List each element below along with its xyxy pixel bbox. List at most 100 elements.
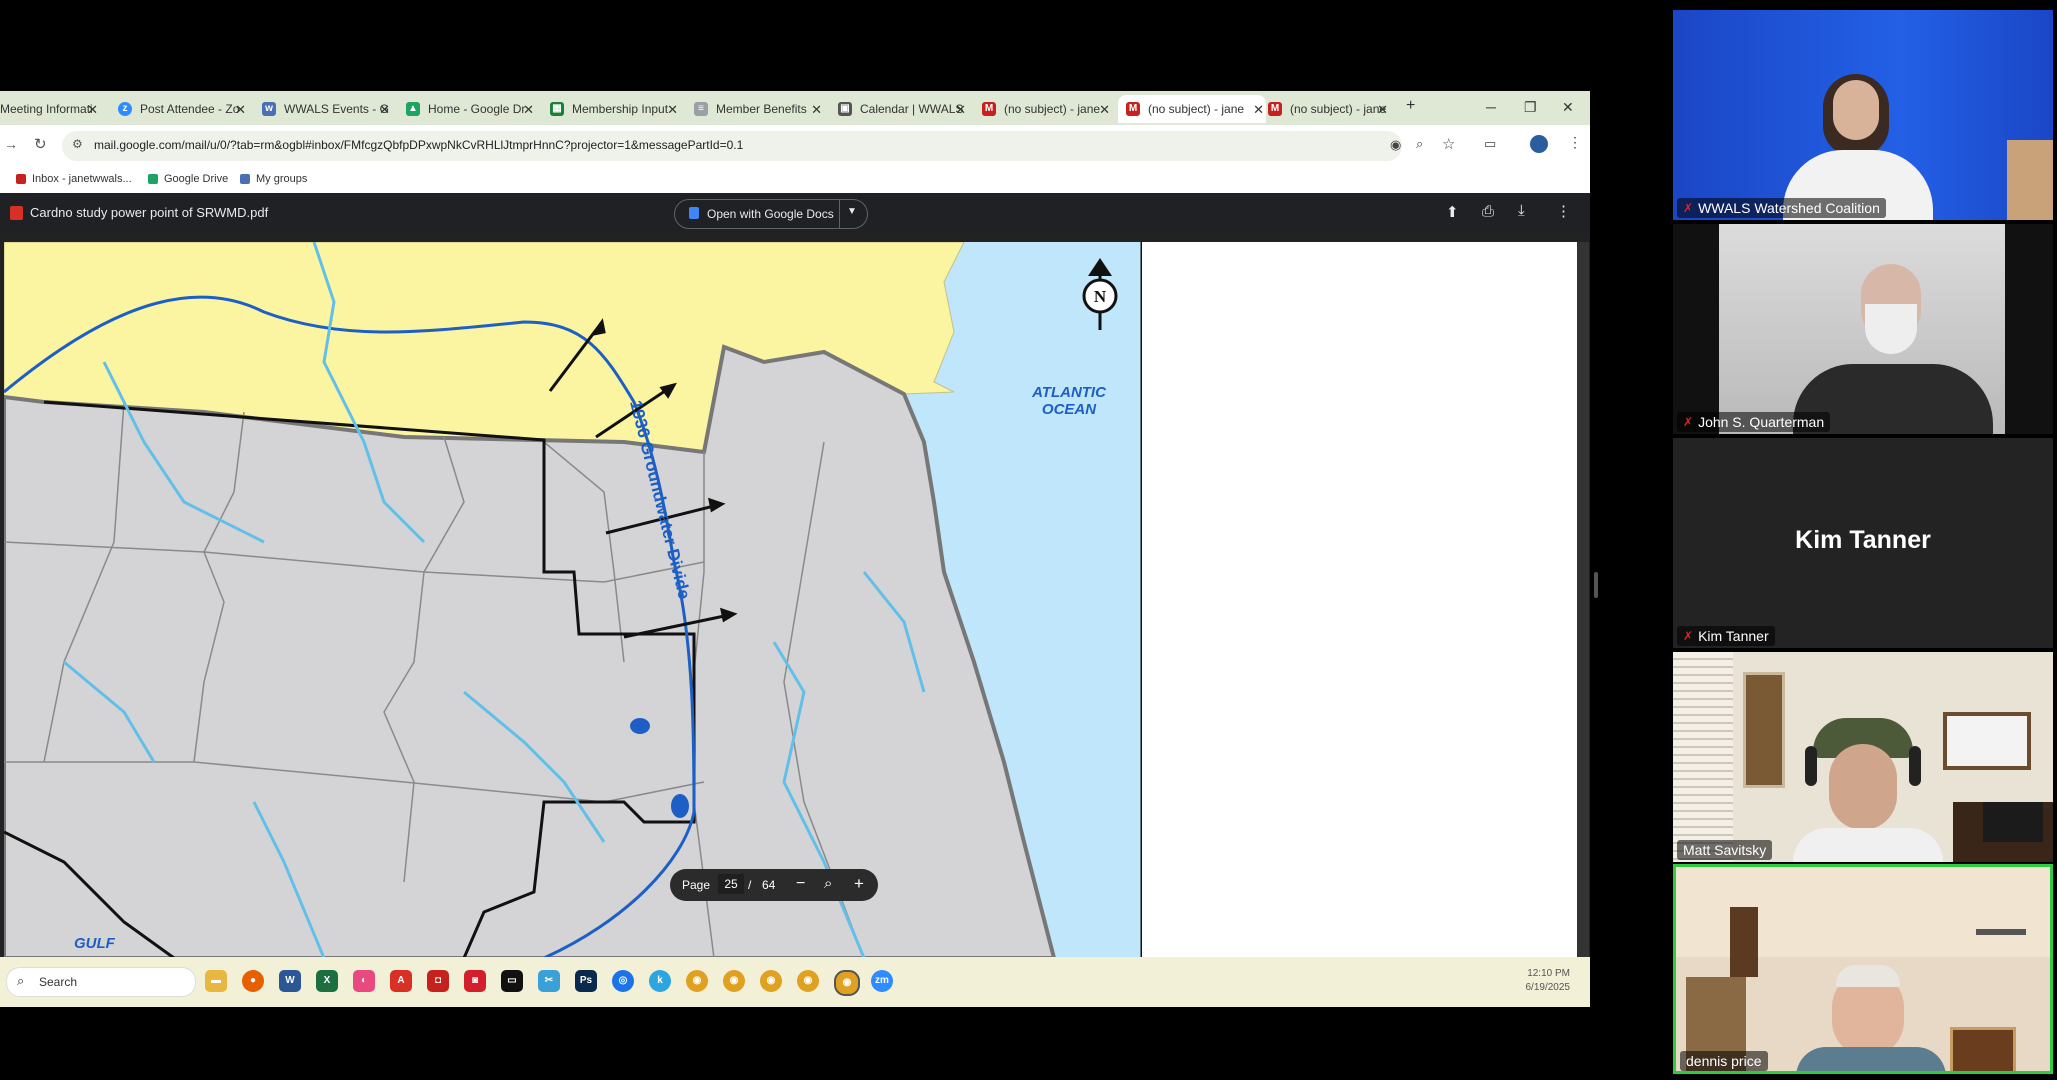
close-tab-icon[interactable]: ✕ [667, 102, 678, 118]
add-to-drive-icon[interactable]: ⬆ [1446, 203, 1459, 221]
bookmark-inbox[interactable]: Inbox - janetwwals... [16, 173, 132, 185]
close-tab-icon[interactable]: ✕ [379, 102, 390, 118]
chrome-icon[interactable]: ◉ [686, 970, 708, 992]
excel-icon[interactable]: X [316, 970, 338, 992]
pdf-viewer: Cardno study power point of SRWMD.pdf Op… [0, 193, 1590, 958]
app-icon[interactable]: ◙ [464, 970, 486, 992]
page-number-input[interactable]: 25 [718, 874, 744, 894]
chrome-active-icon[interactable]: ◉ [834, 970, 860, 996]
close-window-icon[interactable]: ✕ [1562, 99, 1574, 116]
person-hair [1836, 965, 1900, 987]
site-info-icon[interactable]: ⚙ [72, 137, 83, 151]
url-text[interactable]: mail.google.com/mail/u/0/?tab=rm&ogbl#in… [94, 138, 743, 152]
zoom-icon[interactable]: ⌕ [824, 875, 832, 892]
forward-icon[interactable]: → [4, 136, 18, 152]
pdf-filename: Cardno study power point of SRWMD.pdf [30, 205, 269, 220]
scrollbar[interactable] [1577, 242, 1589, 958]
side-panel-icon[interactable]: ▭ [1484, 136, 1496, 152]
tab-google-drive[interactable]: ▲ Home - Google Dr ✕ [406, 95, 536, 123]
participant-name: ✗ Kim Tanner [1677, 626, 1775, 646]
more-options-icon[interactable]: ⋮ [1556, 202, 1571, 220]
zoom-lens-icon[interactable]: ⌕ [1416, 136, 1423, 152]
tab-gmail-3[interactable]: M (no subject) - jane ✕ [1268, 95, 1390, 123]
taskbar-search[interactable]: ⌕ Search [6, 967, 196, 997]
browser-menu-icon[interactable]: ⋮ [1568, 134, 1582, 151]
minimize-icon[interactable]: ─ [1486, 99, 1496, 115]
zoom-app-icon[interactable]: zm [871, 970, 893, 992]
zoom-in-icon[interactable]: + [854, 874, 864, 894]
groups-icon [240, 174, 250, 184]
lake [671, 794, 689, 818]
close-tab-icon[interactable]: ✕ [811, 102, 822, 118]
open-with-google-docs-button[interactable]: Open with Google Docs ▼ [674, 199, 868, 229]
file-explorer-icon[interactable]: ▬ [205, 970, 227, 992]
docs-icon [689, 207, 699, 219]
tab-wwals-events[interactable]: w WWALS Events - G ✕ [262, 95, 392, 123]
window-blinds [1673, 652, 1733, 862]
tab-calendar[interactable]: ▣ Calendar | WWALS ✕ [838, 95, 968, 123]
tab-gmail-1[interactable]: M (no subject) - jane ✕ [982, 95, 1112, 123]
k-app-icon[interactable]: k [649, 970, 671, 992]
bookmark-star-icon[interactable]: ☆ [1442, 135, 1455, 153]
close-tab-icon[interactable]: ✕ [235, 102, 246, 118]
wall-picture [1950, 1027, 2016, 1071]
participant-tile[interactable]: Matt Savitsky [1673, 652, 2053, 862]
person-shirt [1793, 828, 1943, 862]
profile-avatar[interactable] [1530, 135, 1548, 153]
split-handle[interactable] [1594, 572, 1598, 598]
dropdown-caret-icon[interactable]: ▼ [847, 206, 857, 217]
firefox-icon[interactable]: ● [242, 970, 264, 992]
bookmark-drive[interactable]: Google Drive [148, 173, 228, 185]
chrome-blue-icon[interactable]: ◎ [612, 970, 634, 992]
headphones-icon [1805, 746, 1817, 786]
shared-screen: Meeting Informati ✕ z Post Attendee - Zo ✕ … [0, 91, 1590, 1007]
muted-mic-icon: ✗ [1683, 629, 1694, 643]
participant-tile-active-speaker[interactable]: dennis price [1673, 864, 2053, 1074]
close-tab-icon[interactable]: ✕ [955, 102, 966, 118]
tab-member-benefits[interactable]: ≡ Member Benefits ✕ [694, 95, 824, 123]
camera-icon[interactable]: ◘ [427, 970, 449, 992]
tab-meeting-info[interactable]: Meeting Informati ✕ [0, 95, 100, 123]
gulf-label: GULF [74, 935, 116, 952]
tab-gmail-active[interactable]: M (no subject) - jane ✕ [1118, 95, 1266, 123]
tab-membership-input[interactable]: ▦ Membership Input ✕ [550, 95, 680, 123]
zoom-out-icon[interactable]: − [796, 875, 805, 893]
chrome-icon[interactable]: ◉ [797, 970, 819, 992]
participant-tile[interactable]: ✗ John S. Quarterman [1673, 224, 2053, 434]
windows-taskbar: ⌕ Search ▬ ● W X ◐ A ◘ ◙ ▭ ✂ Ps ◎ k ◉ ◉ … [0, 957, 1590, 1007]
close-tab-icon[interactable]: ✕ [87, 102, 98, 118]
chrome-icon[interactable]: ◉ [723, 970, 745, 992]
acrobat-icon[interactable]: A [390, 970, 412, 992]
close-tab-icon[interactable]: ✕ [1377, 102, 1388, 118]
system-clock[interactable]: 12:10 PM 6/19/2025 [1526, 967, 1571, 995]
new-tab-button[interactable]: + [1406, 97, 1415, 115]
bookmark-groups[interactable]: My groups [240, 173, 307, 185]
participant-tile[interactable]: Kim Tanner ✗ Kim Tanner [1673, 438, 2053, 648]
close-tab-icon[interactable]: ✕ [1253, 102, 1264, 118]
photoshop-icon[interactable]: Ps [575, 970, 597, 992]
zoom-icon: z [118, 102, 132, 116]
chrome-icon[interactable]: ◉ [760, 970, 782, 992]
terminal-icon[interactable]: ▭ [501, 970, 523, 992]
participant-name: ✗ WWALS Watershed Coalition [1677, 198, 1886, 218]
gmail-icon [16, 174, 26, 184]
monitor [1983, 802, 2043, 842]
drive-icon [148, 174, 158, 184]
print-icon[interactable]: ⎙ [1482, 203, 1494, 220]
snipping-icon[interactable]: ✂ [538, 970, 560, 992]
reload-icon[interactable]: ↻ [34, 135, 47, 153]
word-icon[interactable]: W [279, 970, 301, 992]
eye-icon[interactable]: ◉ [1390, 137, 1401, 153]
north-label: N [1094, 287, 1107, 306]
tab-post-attendee[interactable]: z Post Attendee - Zo ✕ [118, 95, 248, 123]
close-tab-icon[interactable]: ✕ [523, 102, 534, 118]
close-tab-icon[interactable]: ✕ [1099, 102, 1110, 118]
download-icon[interactable]: ⤓ [1518, 202, 1525, 219]
participant-tile[interactable]: ✗ WWALS Watershed Coalition [1673, 10, 2053, 220]
background-object [2007, 140, 2053, 220]
person-face [1833, 80, 1879, 140]
ocean-label: OCEAN [1042, 401, 1097, 418]
restore-icon[interactable]: ❐ [1524, 99, 1537, 116]
wall-picture [1743, 672, 1785, 788]
photos-icon[interactable]: ◐ [353, 970, 375, 992]
